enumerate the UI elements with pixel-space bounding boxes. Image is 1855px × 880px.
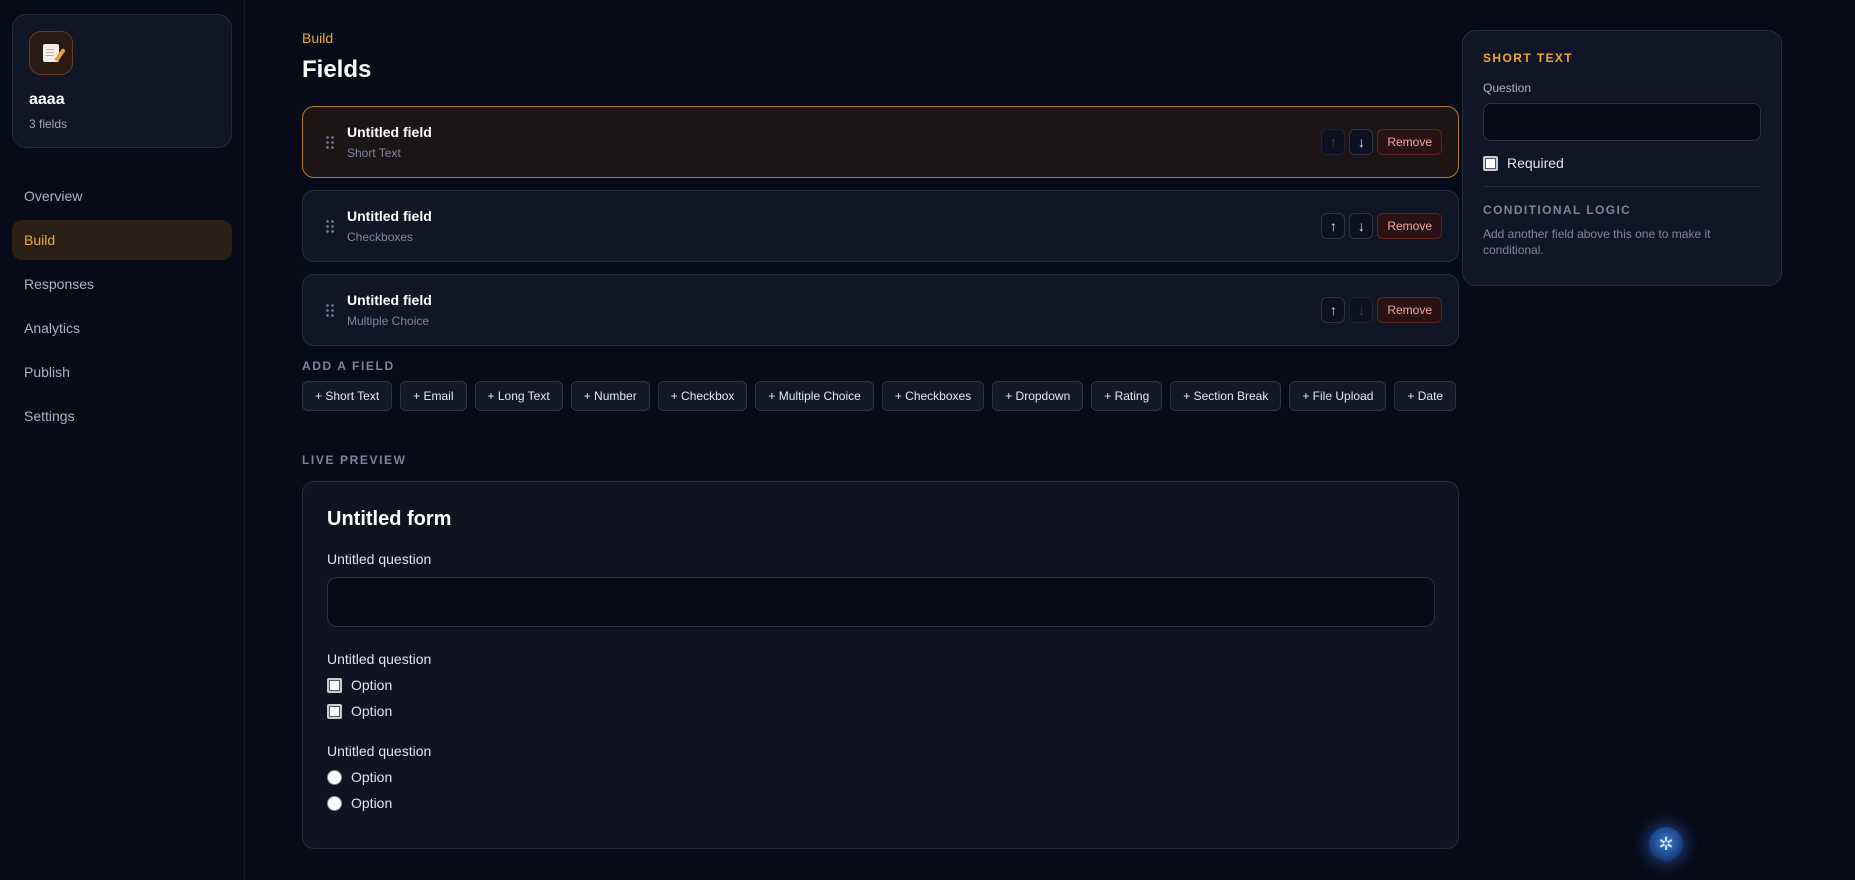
form-field-count: 3 fields — [29, 117, 68, 131]
move-up-button[interactable]: ↑ — [1321, 213, 1346, 239]
preview-form-title: Untitled form — [327, 508, 452, 530]
preview-question-label: Untitled question — [327, 551, 432, 567]
add-field-label: ADD A FIELD — [302, 359, 395, 373]
add-checkboxes-button[interactable]: + Checkboxes — [881, 381, 985, 411]
remove-field-button[interactable]: Remove — [1377, 213, 1442, 239]
field-type: Multiple Choice — [347, 314, 430, 328]
page-title: Fields — [302, 56, 372, 83]
divider — [1483, 186, 1761, 187]
add-number-button[interactable]: + Number — [570, 381, 650, 411]
preview-radio[interactable] — [327, 769, 342, 785]
field-title: Untitled field — [347, 208, 432, 224]
sidebar-item-overview[interactable]: Overview — [12, 176, 232, 216]
field-row[interactable]: Untitled field Short Text ↑ ↓ Remove — [302, 106, 1459, 178]
field-properties-panel: SHORT TEXT Question Required CONDITIONAL… — [1462, 30, 1782, 286]
form-name: aaaa — [29, 91, 65, 108]
move-down-button[interactable]: ↓ — [1349, 129, 1374, 155]
add-short-text-button[interactable]: + Short Text — [302, 381, 393, 411]
sidebar-item-publish[interactable]: Publish — [12, 352, 232, 392]
add-long-text-button[interactable]: + Long Text — [474, 381, 563, 411]
add-field-toolbar: + Short Text + Email + Long Text + Numbe… — [302, 381, 1457, 411]
memo-icon — [29, 31, 73, 75]
add-checkbox-button[interactable]: + Checkbox — [657, 381, 748, 411]
drag-handle-icon[interactable] — [325, 135, 335, 149]
question-label: Question — [1483, 81, 1532, 95]
preview-question-label: Untitled question — [327, 651, 432, 667]
add-email-button[interactable]: + Email — [400, 381, 467, 411]
add-dropdown-button[interactable]: + Dropdown — [992, 381, 1084, 411]
preview-option-label: Option — [351, 795, 393, 811]
add-date-button[interactable]: + Date — [1394, 381, 1457, 411]
conditional-logic-hint: Add another field above this one to make… — [1483, 227, 1711, 257]
field-row[interactable]: Untitled field Multiple Choice ↑ ↓ Remov… — [302, 274, 1459, 346]
add-section-break-button[interactable]: + Section Break — [1170, 381, 1282, 411]
question-input[interactable] — [1483, 103, 1761, 141]
remove-field-button[interactable]: Remove — [1377, 129, 1442, 155]
field-title: Untitled field — [347, 292, 432, 308]
field-type: Short Text — [347, 146, 401, 160]
sidebar-item-responses[interactable]: Responses — [12, 264, 232, 304]
preview-checkbox[interactable] — [327, 677, 342, 693]
field-type: Checkboxes — [347, 230, 414, 244]
preview-question-label: Untitled question — [327, 743, 432, 759]
sidebar: aaaa 3 fields Overview Build Responses A… — [0, 0, 245, 880]
breadcrumb[interactable]: Build — [302, 30, 1439, 46]
preview-checkbox[interactable] — [327, 703, 342, 719]
main-content: Build Fields Untitled field Short Text ↑… — [245, 0, 1683, 880]
required-label: Required — [1507, 155, 1564, 171]
form-summary-card: aaaa 3 fields — [12, 14, 232, 148]
sidebar-item-analytics[interactable]: Analytics — [12, 308, 232, 348]
preview-question: Untitled question Option Option — [327, 743, 1434, 811]
preview-question: Untitled question Option Option — [327, 651, 1434, 719]
assistant-orb-icon[interactable]: ✲ — [1649, 827, 1683, 861]
live-preview-card: Untitled form Untitled question Untitled… — [302, 481, 1459, 849]
properties-panel-wrapper: SHORT TEXT Question Required CONDITIONAL… — [1462, 0, 1782, 880]
drag-handle-icon[interactable] — [325, 303, 335, 317]
app-root: aaaa 3 fields Overview Build Responses A… — [0, 0, 1855, 880]
sidebar-item-build[interactable]: Build — [12, 220, 232, 260]
required-toggle-row[interactable]: Required — [1483, 155, 1761, 171]
preview-option: Option — [327, 677, 1434, 693]
drag-handle-icon[interactable] — [325, 219, 335, 233]
add-multiple-choice-button[interactable]: + Multiple Choice — [755, 381, 874, 411]
preview-text-input[interactable] — [327, 577, 1435, 627]
add-file-upload-button[interactable]: + File Upload — [1289, 381, 1387, 411]
add-rating-button[interactable]: + Rating — [1091, 381, 1163, 411]
preview-option: Option — [327, 703, 1434, 719]
preview-option: Option — [327, 795, 1434, 811]
preview-option: Option — [327, 769, 1434, 785]
sidebar-item-settings[interactable]: Settings — [12, 396, 232, 436]
remove-field-button[interactable]: Remove — [1377, 297, 1442, 323]
conditional-logic-label: CONDITIONAL LOGIC — [1483, 203, 1632, 217]
move-up-button[interactable]: ↑ — [1321, 129, 1346, 155]
preview-option-label: Option — [351, 703, 393, 719]
field-list: Untitled field Short Text ↑ ↓ Remove Unt… — [302, 106, 1459, 346]
sidebar-nav: Overview Build Responses Analytics Publi… — [12, 176, 232, 436]
preview-option-label: Option — [351, 677, 393, 693]
required-checkbox[interactable] — [1483, 155, 1498, 171]
field-row[interactable]: Untitled field Checkboxes ↑ ↓ Remove — [302, 190, 1459, 262]
field-title: Untitled field — [347, 124, 432, 140]
live-preview-label: LIVE PREVIEW — [302, 453, 407, 467]
preview-option-label: Option — [351, 769, 393, 785]
properties-field-type: SHORT TEXT — [1483, 51, 1574, 65]
move-up-button[interactable]: ↑ — [1321, 297, 1346, 323]
move-down-button[interactable]: ↓ — [1349, 297, 1374, 323]
move-down-button[interactable]: ↓ — [1349, 213, 1374, 239]
preview-radio[interactable] — [327, 795, 342, 811]
